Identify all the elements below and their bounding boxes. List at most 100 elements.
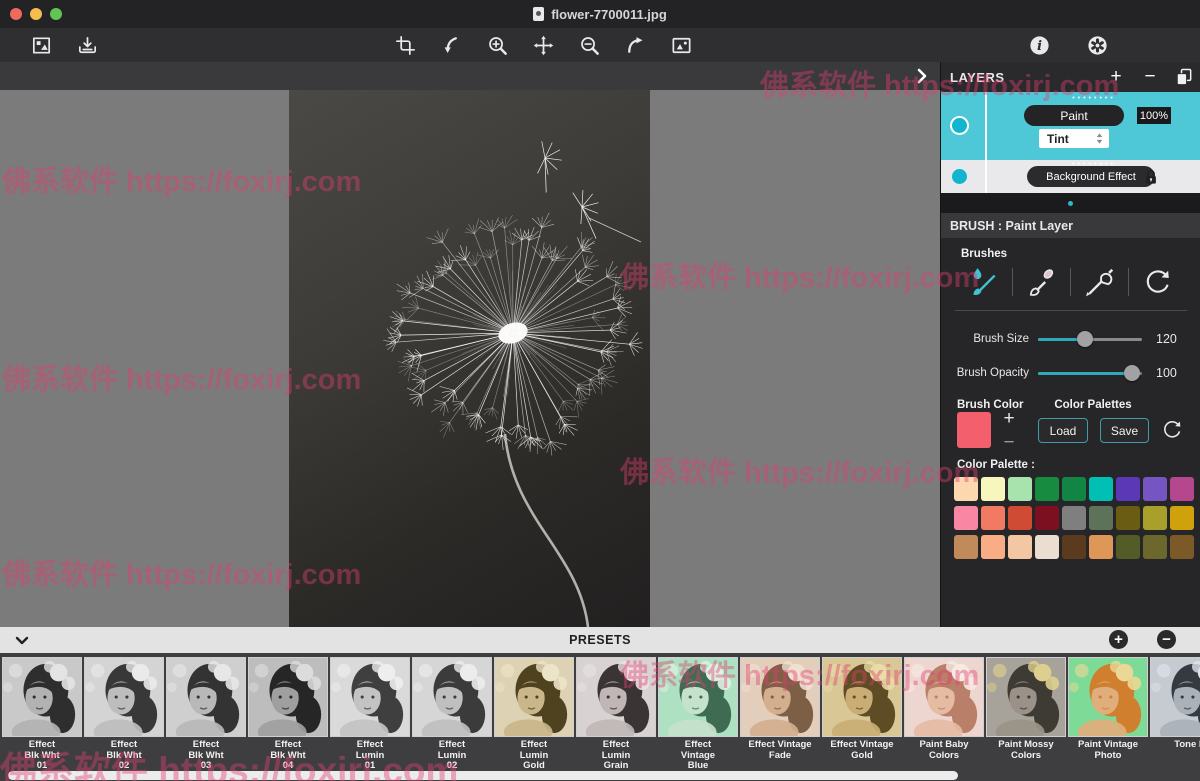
preset-item[interactable]: EffectLumin02 <box>412 657 492 772</box>
add-color-button[interactable]: + <box>999 410 1019 428</box>
visibility-toggle[interactable] <box>952 169 967 184</box>
panel-resize-strip[interactable] <box>941 193 1200 213</box>
pan-button[interactable] <box>520 28 566 62</box>
palette-swatch[interactable] <box>954 477 978 501</box>
preset-item[interactable]: EffectBlk Wht03 <box>166 657 246 772</box>
palette-swatch[interactable] <box>1143 506 1167 530</box>
palette-swatch[interactable] <box>1062 535 1086 559</box>
preview-button[interactable] <box>658 28 704 62</box>
brush-size-slider[interactable] <box>1038 331 1142 347</box>
photo-canvas[interactable] <box>289 90 650 627</box>
zoom-in-button[interactable] <box>474 28 520 62</box>
preset-item[interactable]: Tone B <box>1150 657 1200 751</box>
duplicate-layer-button[interactable] <box>1167 62 1200 92</box>
preset-item[interactable]: EffectBlk Wht02 <box>84 657 164 772</box>
palette-swatch[interactable] <box>1116 535 1140 559</box>
paint-brush-button[interactable] <box>955 264 1013 300</box>
visibility-toggle[interactable] <box>952 118 967 133</box>
remove-color-button[interactable]: − <box>999 434 1019 452</box>
reset-brushes-button[interactable] <box>1129 264 1187 300</box>
preset-thumbnail-image <box>1151 658 1200 736</box>
palette-swatch[interactable] <box>981 535 1005 559</box>
layer-row-paint[interactable]: •••••••• Paint 100% Tint <box>941 92 1200 160</box>
info-icon: i <box>1028 34 1051 57</box>
preset-item[interactable]: Effect VintageGold <box>822 657 902 761</box>
palette-swatch[interactable] <box>1089 535 1113 559</box>
eyedropper-button[interactable] <box>1071 264 1129 300</box>
lock-icon[interactable] <box>1142 166 1160 192</box>
remove-layer-button[interactable]: − <box>1133 62 1167 92</box>
reset-palette-icon[interactable] <box>1161 418 1183 445</box>
preset-item[interactable]: Paint MossyColors <box>986 657 1066 761</box>
new-image-button[interactable] <box>18 28 64 62</box>
info-button[interactable]: i <box>1016 28 1062 62</box>
brush-size-value: 120 <box>1156 332 1177 346</box>
presets-scrollbar[interactable] <box>8 771 958 780</box>
slider-handle[interactable] <box>1077 331 1093 347</box>
palette-swatch[interactable] <box>1035 535 1059 559</box>
add-preset-button[interactable]: + <box>1109 630 1128 649</box>
layer-name-pill[interactable]: Paint <box>1024 105 1124 126</box>
app-window: flower-7700011.jpg i LAYERS + − <box>0 0 1200 781</box>
layer-name-pill[interactable]: Background Effect <box>1027 166 1155 187</box>
layer-drag-handle[interactable]: •••••••• <box>987 96 1200 102</box>
layers-title: LAYERS <box>950 70 1099 85</box>
palette-swatch[interactable] <box>1008 506 1032 530</box>
slider-handle[interactable] <box>1124 365 1140 381</box>
palette-swatch[interactable] <box>1008 477 1032 501</box>
export-icon <box>76 34 99 57</box>
palette-swatch[interactable] <box>1170 477 1194 501</box>
export-button[interactable] <box>64 28 110 62</box>
palette-swatch[interactable] <box>1116 477 1140 501</box>
eraser-brush-button[interactable] <box>1013 264 1071 300</box>
load-palette-button[interactable]: Load <box>1038 418 1088 443</box>
preset-item[interactable]: EffectLuminGold <box>494 657 574 772</box>
zoom-out-button[interactable] <box>566 28 612 62</box>
palette-swatch[interactable] <box>1035 477 1059 501</box>
palette-swatch[interactable] <box>1035 506 1059 530</box>
palette-swatch[interactable] <box>1170 535 1194 559</box>
brush-opacity-value: 100 <box>1156 366 1177 380</box>
pan-icon <box>532 34 555 57</box>
palette-swatch[interactable] <box>1008 535 1032 559</box>
preset-item[interactable]: Effect VintageFade <box>740 657 820 761</box>
preset-item[interactable]: EffectBlk Wht01 <box>2 657 82 772</box>
layer-opacity-badge[interactable]: 100% <box>1137 107 1171 124</box>
palette-swatch[interactable] <box>1143 477 1167 501</box>
redo-button[interactable] <box>612 28 658 62</box>
settings-button[interactable] <box>1074 28 1120 62</box>
palette-swatch[interactable] <box>1089 506 1113 530</box>
preset-item[interactable]: EffectLumin01 <box>330 657 410 772</box>
palette-swatch[interactable] <box>981 506 1005 530</box>
blend-mode-select[interactable]: Tint <box>1039 129 1109 148</box>
brush-color-swatch[interactable] <box>957 412 991 448</box>
palette-swatch[interactable] <box>981 477 1005 501</box>
undo-button[interactable] <box>428 28 474 62</box>
palette-swatch[interactable] <box>1062 506 1086 530</box>
palette-swatch[interactable] <box>1116 506 1140 530</box>
preset-item[interactable]: Paint BabyColors <box>904 657 984 761</box>
palette-swatch[interactable] <box>954 535 978 559</box>
layer-row-background-effect[interactable]: •••••••• Background Effect <box>941 160 1200 193</box>
dandelion-image <box>289 90 650 627</box>
crop-button[interactable] <box>382 28 428 62</box>
collapse-presets-button[interactable] <box>12 631 32 649</box>
preset-label: EffectLuminGrain <box>576 740 656 772</box>
add-layer-button[interactable]: + <box>1099 62 1133 92</box>
palette-swatch[interactable] <box>1062 477 1086 501</box>
remove-preset-button[interactable]: − <box>1157 630 1176 649</box>
brush-opacity-slider[interactable] <box>1038 365 1142 381</box>
preset-item[interactable]: EffectBlk Wht04 <box>248 657 328 772</box>
save-palette-button[interactable]: Save <box>1100 418 1149 443</box>
palette-swatch[interactable] <box>1143 535 1167 559</box>
palette-swatch[interactable] <box>1170 506 1194 530</box>
panel-collapse-button[interactable] <box>912 66 932 86</box>
palette-swatch[interactable] <box>1089 477 1113 501</box>
palette-swatch[interactable] <box>954 506 978 530</box>
preset-item[interactable]: EffectVintageBlue <box>658 657 738 772</box>
preset-item[interactable]: EffectLuminGrain <box>576 657 656 772</box>
preset-label: EffectBlk Wht02 <box>84 740 164 772</box>
toolbar: i <box>0 28 1200 63</box>
brush-opacity-label: Brush Opacity <box>941 367 1029 379</box>
preset-item[interactable]: Paint VintagePhoto <box>1068 657 1148 761</box>
